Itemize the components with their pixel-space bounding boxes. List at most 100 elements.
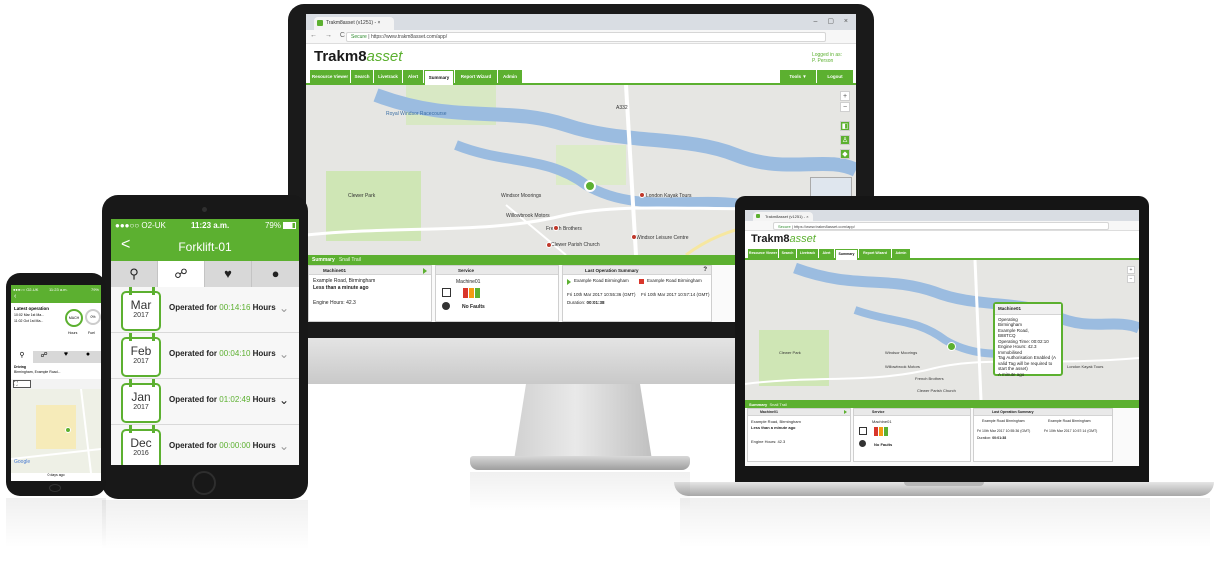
- snail-trail-tab[interactable]: Snail Trail: [769, 402, 787, 407]
- more-icon[interactable]: ●: [77, 351, 99, 358]
- map-view[interactable]: Clewer Park Windsor Moorings Willowbrook…: [745, 260, 1139, 400]
- zoom-out-button[interactable]: −: [1127, 275, 1135, 283]
- poi-marker[interactable]: [631, 234, 637, 240]
- snail-trail-tab[interactable]: Snail Trail: [339, 257, 361, 263]
- list-item[interactable]: Dec 2016 Operated for 00:00:00 Hours ⌄: [111, 425, 299, 465]
- heart-pulse-icon[interactable]: ♥: [205, 261, 252, 287]
- service-bar-green: [884, 427, 888, 436]
- summary-tab[interactable]: Summary: [749, 402, 767, 407]
- tag-icon[interactable]: ◆: [840, 149, 850, 159]
- home-button[interactable]: [49, 484, 61, 492]
- zoom-out-button[interactable]: −: [840, 102, 850, 112]
- menu-livetrack[interactable]: Livetrack: [797, 249, 818, 258]
- battery-icon: [283, 222, 296, 229]
- carrier: ●●●○○ O2-UK: [115, 221, 166, 230]
- app-header: Trakm8asset Logged in as: P. Person: [306, 44, 856, 70]
- map-label-kayak: London Kayak Tours: [646, 193, 692, 199]
- more-icon[interactable]: ●: [252, 261, 299, 287]
- heart-pulse-icon[interactable]: ♥: [55, 351, 77, 358]
- menu-search[interactable]: Search: [779, 249, 796, 258]
- machine-address: Example Road, Birmingham: [313, 278, 376, 284]
- menu-admin[interactable]: Admin: [498, 70, 522, 83]
- last-operation-panel: Last Operation Summary ? Example Road Bi…: [562, 265, 712, 322]
- help-icon[interactable]: ?: [703, 267, 707, 273]
- nav-buttons[interactable]: ← → C: [310, 32, 348, 39]
- phone-map[interactable]: Google: [11, 388, 101, 474]
- tab-title: Trakm8asset (v1251) - ×: [326, 20, 381, 26]
- url-input[interactable]: Secure | https://www.trakm8asset.com/app…: [346, 32, 826, 42]
- menu-livetrack[interactable]: Livetrack: [374, 70, 402, 83]
- map-label-road: A332: [616, 105, 628, 111]
- menu-report-wizard[interactable]: Report Wizard: [859, 249, 891, 258]
- last-operation-panel: Last Operation Summary Example Road Birm…: [973, 408, 1113, 462]
- zoom-in-button[interactable]: +: [840, 91, 850, 101]
- chevron-down-icon[interactable]: ⌄: [279, 347, 289, 361]
- tools-menu[interactable]: Tools ▼: [780, 70, 816, 83]
- service-bar-orange: [879, 427, 883, 436]
- back-button[interactable]: ‹: [11, 293, 101, 303]
- asset-marker-icon[interactable]: [584, 180, 596, 192]
- list-item[interactable]: Mar 2017 Operated for 00:14:16 Hours ⌄: [111, 287, 299, 333]
- menu-alert[interactable]: Alert: [819, 249, 834, 258]
- menu-summary[interactable]: Summary: [835, 249, 858, 260]
- menu-resource-viewer[interactable]: Resource Viewer: [310, 70, 350, 83]
- browser-tab[interactable]: Trakm8asset (v1251) - ×: [314, 17, 394, 30]
- asset-info-popup[interactable]: Machine01 Operating Birmingham Example R…: [993, 302, 1063, 377]
- menu-admin[interactable]: Admin: [892, 249, 910, 258]
- fullscreen-icon[interactable]: ⛶: [13, 380, 31, 388]
- browser-tab[interactable]: Trakm8asset (v1251) - ×: [753, 212, 813, 221]
- map-pin-icon[interactable]: ⚲: [111, 261, 158, 287]
- logout-button[interactable]: Logout: [817, 70, 853, 83]
- poi-marker[interactable]: [639, 192, 645, 198]
- menu-resource-viewer[interactable]: Resource Viewer: [748, 249, 778, 258]
- phone-footer: 0 days ago: [11, 473, 101, 481]
- route-icon[interactable]: ☍: [33, 351, 55, 359]
- summary-tab[interactable]: Summary: [312, 257, 335, 263]
- layers-icon[interactable]: ◧: [840, 121, 850, 131]
- phone-reflection: [6, 498, 106, 548]
- list-item[interactable]: Feb 2017 Operated for 00:04:10 Hours ⌄: [111, 333, 299, 379]
- operated-text: Operated for 01:02:49 Hours: [169, 395, 276, 404]
- chevron-down-icon[interactable]: ⌄: [279, 301, 289, 315]
- status-bar: ●●●○○ O2-UK 11:23 a.m. 79%: [11, 285, 101, 293]
- tab-bar: ⚲ ☍ ♥ ●: [11, 351, 101, 363]
- fuel-gauge: 0%: [85, 309, 101, 325]
- asset-marker-icon[interactable]: [65, 427, 71, 433]
- machine-panel-header: Machine01: [309, 266, 431, 275]
- route-icon[interactable]: ☍: [158, 261, 205, 287]
- url-input[interactable]: Secure | https://www.trakm8asset.com/app…: [773, 222, 1109, 230]
- home-button[interactable]: [192, 471, 216, 495]
- map-pin-icon[interactable]: ⚲: [11, 351, 33, 363]
- latest-line: 11:02 Oct 1st Ma...: [14, 319, 44, 323]
- start-address: Example Road Birmingham: [982, 419, 1025, 423]
- chevron-down-icon[interactable]: ⌄: [279, 393, 289, 407]
- zoom-in-button[interactable]: +: [1127, 266, 1135, 274]
- address-bar-row: Secure | https://www.trakm8asset.com/app…: [745, 221, 1139, 231]
- end-time: Fri 10th Mar 2017 10:57:14 (GMT): [641, 292, 710, 297]
- poi-marker[interactable]: [553, 225, 559, 231]
- favicon-icon: [756, 214, 760, 218]
- duration-row: Duration: 00:01:38: [567, 300, 605, 305]
- play-icon[interactable]: [423, 268, 427, 274]
- menu-summary[interactable]: Summary: [424, 70, 454, 85]
- streetview-icon[interactable]: ♙: [840, 135, 850, 145]
- menu-alert[interactable]: Alert: [403, 70, 423, 83]
- menu-report-wizard[interactable]: Report Wizard: [455, 70, 497, 83]
- browser-tabbar: Trakm8asset (v1251) - × – ▢ ×: [306, 14, 856, 30]
- list-item[interactable]: Jan 2017 Operated for 01:02:49 Hours ⌄: [111, 379, 299, 425]
- machine-panel-header: Machine01: [748, 409, 850, 416]
- operated-text: Operated for 00:00:00 Hours: [169, 441, 276, 450]
- start-time: Fri 10th Mar 2017 10:55:36 (GMT): [977, 429, 1031, 433]
- poi-marker[interactable]: [546, 242, 552, 248]
- main-menu: Resource Viewer Search Livetrack Alert S…: [745, 249, 1139, 260]
- asset-marker-icon[interactable]: [947, 342, 956, 351]
- play-icon[interactable]: [844, 410, 847, 414]
- chevron-down-icon[interactable]: ⌄: [279, 439, 289, 453]
- window-controls[interactable]: – ▢ ×: [814, 17, 852, 25]
- map-label-moorings: Windsor Moorings: [501, 193, 542, 199]
- app-header: < Forklift-01: [111, 233, 299, 261]
- tablet: ●●●○○ O2-UK 11:23 a.m. 79% < Forklift-01…: [102, 195, 308, 499]
- menu-search[interactable]: Search: [351, 70, 373, 83]
- trakm8-logo: Trakm8asset: [751, 233, 816, 245]
- hours-gauge: MACH: [65, 309, 83, 327]
